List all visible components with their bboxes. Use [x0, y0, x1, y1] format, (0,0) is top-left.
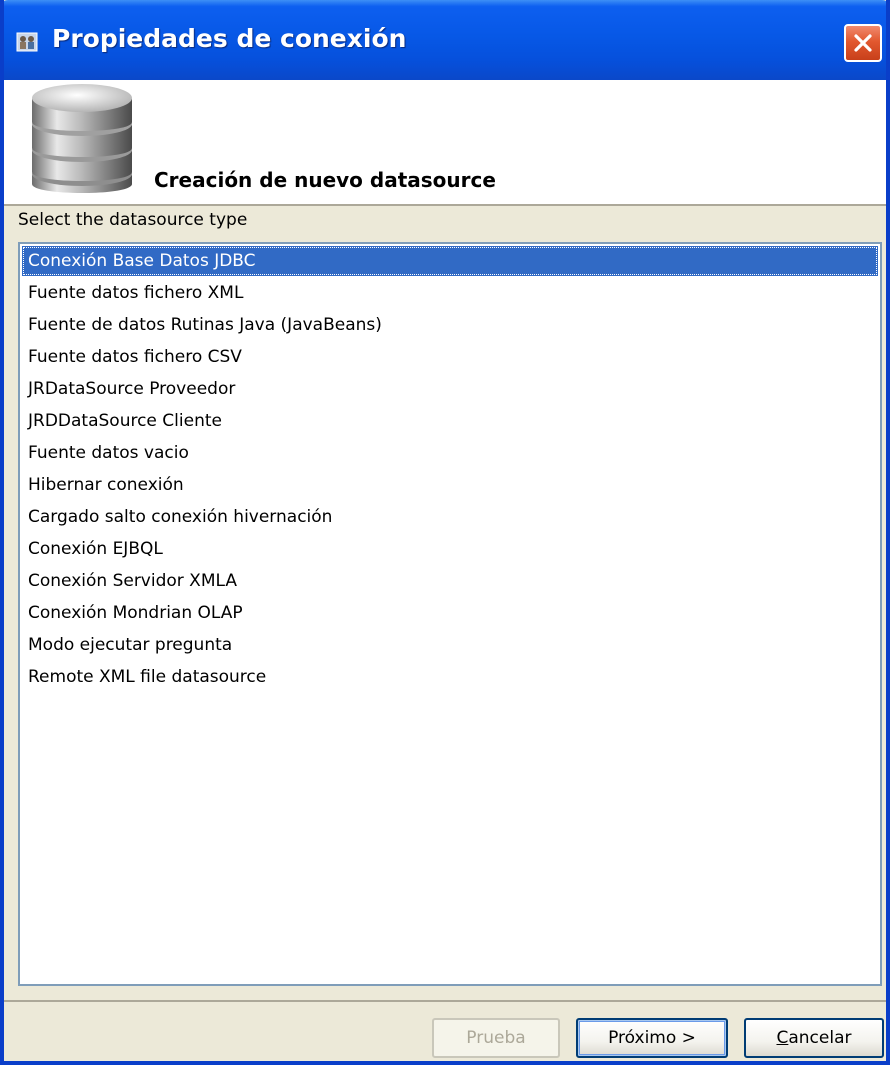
list-item[interactable]: Fuente datos fichero XML: [22, 278, 878, 308]
footer-divider: [4, 1000, 886, 1002]
list-item[interactable]: JRDataSource Proveedor: [22, 374, 878, 404]
cancel-button[interactable]: Cancelar: [744, 1018, 884, 1058]
cancel-mnemonic: C: [776, 1028, 789, 1048]
next-button[interactable]: Próximo >: [576, 1018, 728, 1058]
datasource-type-list[interactable]: Conexión Base Datos JDBC Fuente datos fi…: [18, 242, 882, 986]
list-item[interactable]: Cargado salto conexión hivernación: [22, 502, 878, 532]
next-button-label: Próximo >: [608, 1028, 696, 1048]
connection-properties-icon: [16, 32, 38, 52]
close-button[interactable]: [844, 24, 882, 62]
wizard-title: Creación de nuevo datasource: [154, 168, 496, 192]
list-item[interactable]: Fuente datos fichero CSV: [22, 342, 878, 372]
datasource-type-label: Select the datasource type: [18, 210, 248, 230]
header-divider: [4, 204, 886, 206]
list-item[interactable]: JRDDataSource Cliente: [22, 406, 878, 436]
window-title: Propiedades de conexión: [52, 24, 407, 53]
list-item[interactable]: Conexión Mondrian OLAP: [22, 598, 878, 628]
database-icon: [32, 84, 132, 193]
list-item[interactable]: Conexión Base Datos JDBC: [22, 246, 878, 276]
test-button-label: Prueba: [466, 1028, 526, 1048]
list-item[interactable]: Modo ejecutar pregunta: [22, 630, 878, 660]
header-panel: Creación de nuevo datasource: [4, 80, 886, 204]
list-item[interactable]: Fuente de datos Rutinas Java (JavaBeans): [22, 310, 878, 340]
list-item[interactable]: Conexión EJBQL: [22, 534, 878, 564]
list-item[interactable]: Remote XML file datasource: [22, 662, 878, 692]
list-item[interactable]: Hibernar conexión: [22, 470, 878, 500]
list-item[interactable]: Fuente datos vacio: [22, 438, 878, 468]
close-icon: [854, 34, 872, 52]
test-button[interactable]: Prueba: [432, 1018, 560, 1058]
cancel-button-label: ancelar: [788, 1028, 852, 1048]
list-item[interactable]: Conexión Servidor XMLA: [22, 566, 878, 596]
title-bar[interactable]: Propiedades de conexión: [4, 0, 886, 80]
connection-properties-dialog: Propiedades de conexión Creación de nuev…: [0, 0, 890, 1065]
